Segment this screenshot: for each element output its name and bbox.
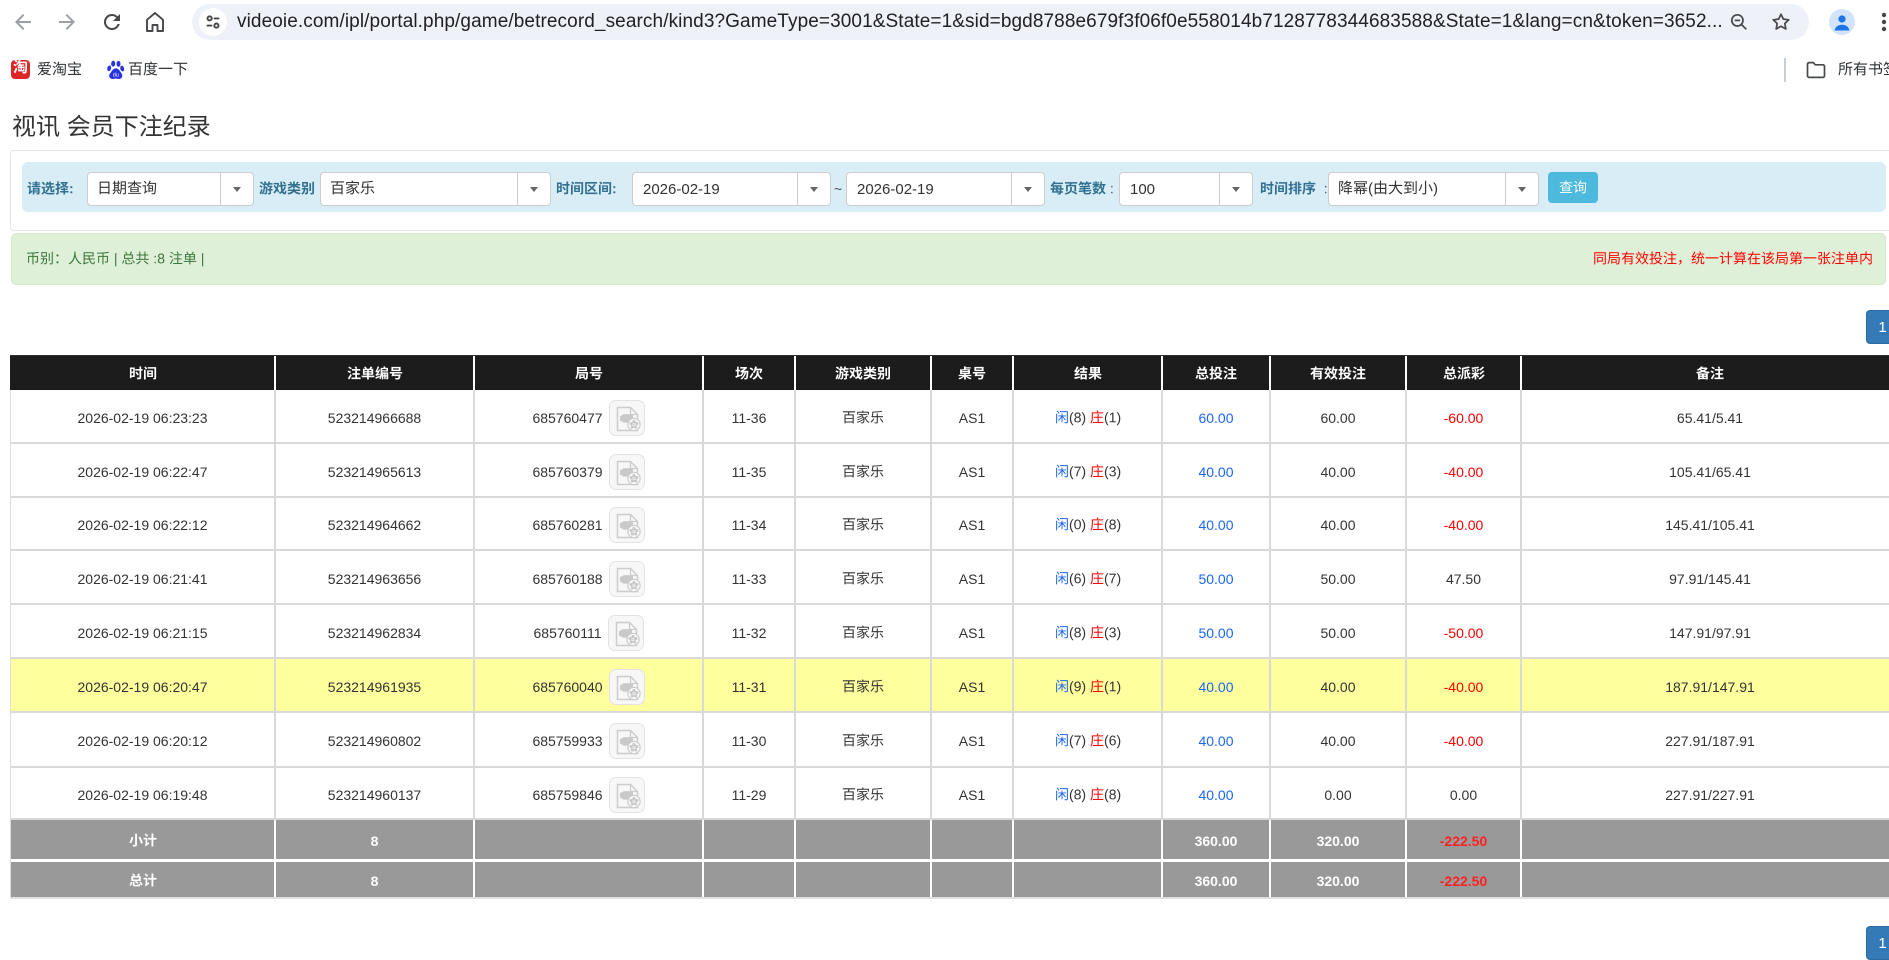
svg-text:du: du — [113, 72, 119, 78]
